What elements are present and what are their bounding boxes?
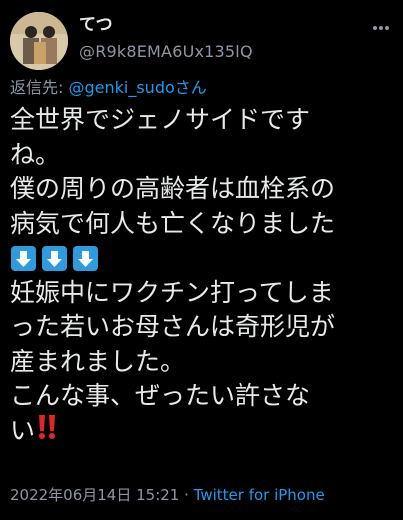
reply-to-mention[interactable]: @genki_sudoさん	[68, 78, 206, 97]
display-name[interactable]: てつ	[79, 14, 253, 36]
tweet-header: てつ @R9k8EMA6Ux135lQ	[10, 10, 393, 70]
tweet-line: ね。	[10, 139, 61, 169]
tweet-line: い	[10, 415, 36, 445]
tweet-line: 僕の周りの高齢者は血栓系の	[10, 174, 336, 203]
tweet: てつ @R9k8EMA6Ux135lQ 返信先: @genki_sudoさん 全…	[0, 0, 403, 520]
more-options-icon[interactable]	[371, 18, 391, 38]
tweet-datetime[interactable]: 2022年06月14日 15:21	[10, 486, 179, 504]
tweet-line: 妊娠中にワクチン打ってしま	[10, 277, 334, 307]
user-handle[interactable]: @R9k8EMA6Ux135lQ	[79, 40, 253, 64]
reply-to-label: 返信先:	[10, 78, 69, 97]
tweet-text: 全世界でジェノサイドです ね。 僕の周りの高齢者は血栓系の 病気で何人も亡くなり…	[10, 103, 398, 449]
user-names: てつ @R9k8EMA6Ux135lQ	[79, 14, 253, 64]
reply-to: 返信先: @genki_sudoさん	[10, 77, 207, 99]
meta-separator: ·	[179, 486, 194, 504]
tweet-line: 全世界でジェノサイドです	[10, 105, 311, 134]
double-exclamation-emoji	[37, 414, 57, 450]
tweet-line: った若いお母さんは奇形児が	[10, 312, 336, 341]
tweet-line: 産まれました。	[10, 346, 186, 376]
tweet-line: こんな事、ぜったい許さな	[10, 381, 311, 410]
avatar[interactable]	[10, 12, 68, 70]
tweet-meta: 2022年06月14日 15:21 · Twitter for iPhone	[10, 484, 325, 506]
arrow-down-box-emoji	[42, 246, 67, 271]
tweet-line: 病気で何人も亡くなりました	[10, 208, 336, 238]
tweet-last-line: い	[10, 414, 398, 450]
arrow-down-box-emoji	[11, 246, 36, 271]
arrow-down-box-emoji	[73, 246, 98, 271]
tweet-source[interactable]: Twitter for iPhone	[194, 486, 325, 504]
emoji-row	[10, 241, 398, 276]
avatar-image	[10, 12, 68, 70]
